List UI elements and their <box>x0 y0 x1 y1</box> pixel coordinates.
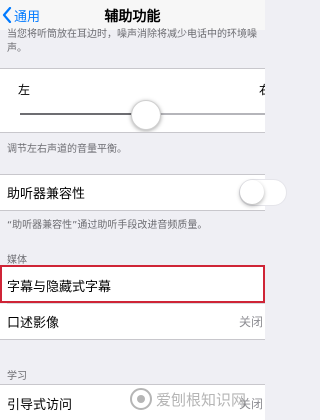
guided-access-label: 引导式访问 <box>7 398 73 413</box>
hearing-aid-toggle[interactable] <box>239 179 287 206</box>
watermark-logo-icon <box>130 388 152 410</box>
audio-description-row[interactable]: 口述影像 关闭 <box>0 304 265 339</box>
hearing-aid-label: 助听器兼容性 <box>7 187 86 202</box>
hearing-aid-row[interactable]: 助听器兼容性 <box>0 174 287 211</box>
balance-left-label: 左 <box>18 83 31 97</box>
audio-description-label: 口述影像 <box>7 316 60 331</box>
audio-description-value: 关闭 <box>238 315 263 329</box>
hearing-aid-description: “助听器兼容性”通过助听手段改进音频质量。 <box>7 220 208 231</box>
noise-cancellation-description: 当您将听筒放在耳边时，噪声消除将减少电话中的环境噪声。 <box>7 29 257 54</box>
balance-slider-group: 左 右 <box>0 68 265 133</box>
balance-track[interactable] <box>146 113 265 115</box>
balance-description: 调节左右声道的音量平衡。 <box>7 144 127 155</box>
learning-section-header: 学习 <box>7 371 27 382</box>
toggle-knob <box>240 180 264 204</box>
balance-right-label: 右 <box>259 81 265 98</box>
page-title: 辅助功能 <box>104 9 161 25</box>
balance-slider-thumb[interactable] <box>131 100 161 130</box>
navigation-bar: 通用 辅助功能 <box>0 0 265 30</box>
watermark: 爱刨根知识网 <box>130 384 246 414</box>
subtitles-row[interactable]: 字幕与隐藏式字幕 <box>0 267 265 302</box>
watermark-text: 爱刨根知识网 <box>156 390 247 409</box>
divider <box>0 339 265 340</box>
subtitles-label: 字幕与隐藏式字幕 <box>7 280 112 295</box>
balance-track-filled <box>20 113 146 115</box>
media-section-header: 媒体 <box>7 255 27 266</box>
